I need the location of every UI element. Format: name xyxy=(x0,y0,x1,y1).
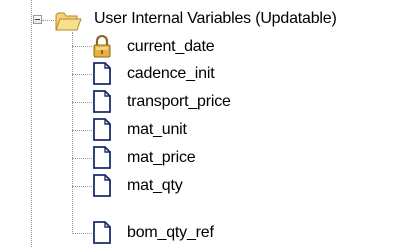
tree-item-label: current_date xyxy=(127,38,215,55)
tree-connector-item xyxy=(72,102,92,103)
collapse-toggle[interactable] xyxy=(33,15,42,24)
tree-item-label: mat_unit xyxy=(127,121,187,138)
tree-item-transport-price[interactable]: transport_price xyxy=(92,88,392,115)
tree-connector-item xyxy=(72,158,92,159)
tree-connector-root xyxy=(42,20,54,21)
document-icon xyxy=(93,221,111,244)
tree-connector-item xyxy=(72,186,92,187)
tree-connector-item xyxy=(72,74,92,75)
document-icon xyxy=(93,90,111,113)
tree-item-label: bom_qty_ref xyxy=(127,224,214,241)
tree-item-mat-unit[interactable]: mat_unit xyxy=(92,116,392,143)
root-folder-label[interactable]: User Internal Variables (Updatable) xyxy=(94,6,337,32)
tree-item-label: transport_price xyxy=(127,93,231,110)
tree-connector-item xyxy=(72,233,92,234)
tree-item-label: mat_qty xyxy=(127,177,183,194)
folder-open-icon xyxy=(55,12,82,31)
document-icon xyxy=(93,174,111,197)
document-icon xyxy=(93,62,111,85)
tree-item-current-date[interactable]: current_date xyxy=(92,33,392,60)
lock-icon xyxy=(93,35,111,58)
tree-item-label: cadence_init xyxy=(127,65,215,82)
variables-tree: User Internal Variables (Updatable) curr… xyxy=(0,0,410,247)
tree-item-mat-price[interactable]: mat_price xyxy=(92,144,392,171)
tree-item-cadence-init[interactable]: cadence_init xyxy=(92,60,392,87)
tree-connector-item xyxy=(72,46,92,47)
tree-connector-item xyxy=(72,130,92,131)
document-icon xyxy=(93,118,111,141)
tree-item-label: mat_price xyxy=(127,149,196,166)
tree-connector-outer xyxy=(31,0,32,247)
document-icon xyxy=(93,146,111,169)
tree-connector-children xyxy=(72,32,73,234)
tree-item-mat-qty[interactable]: mat_qty xyxy=(92,172,392,199)
tree-item-bom-qty-ref[interactable]: bom_qty_ref xyxy=(92,219,392,246)
